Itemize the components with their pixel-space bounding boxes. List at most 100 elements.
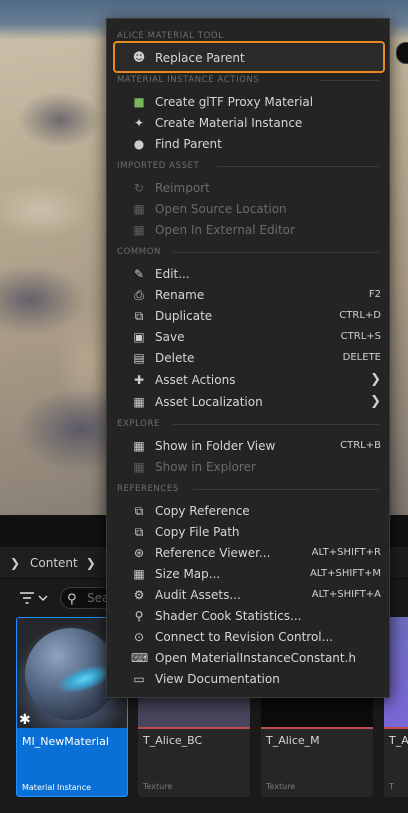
section-header-mi-actions: MATERIAL INSTANCE ACTIONS: [117, 75, 260, 85]
section-divider: [173, 424, 379, 425]
section-header-imported: IMPORTED ASSET: [117, 161, 200, 171]
menu-item-audit-assets[interactable]: ⚙ Audit Assets... ALT+SHIFT+A: [107, 585, 389, 606]
menu-item-label: Shader Cook Statistics...: [155, 609, 302, 623]
reimport-icon: ↻: [133, 181, 145, 195]
external-editor-icon: ▦: [133, 223, 145, 237]
menu-item-label: Delete: [155, 351, 195, 365]
person-icon: ☻: [132, 50, 146, 64]
material-instance-icon: ✦: [133, 116, 145, 130]
section-header-common: COMMON: [117, 247, 161, 257]
shortcut-label: ALT+SHIFT+M: [309, 568, 381, 579]
menu-item-label: Replace Parent: [155, 51, 245, 65]
menu-item-label: Open Source Location: [155, 202, 287, 216]
asset-type-strip: [138, 727, 250, 729]
menu-item-show-in-explorer[interactable]: ▦ Show in Explorer: [107, 457, 389, 478]
size-map-icon: ▦: [133, 567, 145, 581]
find-icon: ●: [133, 137, 145, 151]
shortcut-label: DELETE: [342, 352, 381, 363]
menu-item-label: Copy Reference: [155, 504, 250, 518]
asset-context-menu: ALICE MATERIAL TOOL ☻ Replace Parent MAT…: [106, 18, 390, 698]
chevron-right-icon[interactable]: ❯: [10, 556, 22, 570]
menu-item-label: View Documentation: [155, 672, 280, 686]
menu-item-copy-file-path[interactable]: ⧉ Copy File Path: [107, 522, 389, 543]
duplicate-icon: ⧉: [134, 309, 144, 323]
asset-type: Texture: [143, 782, 173, 791]
shortcut-label: CTRL+D: [339, 310, 381, 321]
book-icon: ▭: [133, 672, 145, 686]
menu-item-duplicate[interactable]: ⧉ Duplicate CTRL+D: [107, 306, 389, 327]
menu-item-view-documentation[interactable]: ▭ View Documentation: [107, 669, 389, 690]
menu-item-label: Save: [155, 330, 185, 344]
shortcut-label: CTRL+S: [340, 331, 381, 342]
reference-viewer-icon: ⊛: [133, 546, 145, 560]
section-header-alice: ALICE MATERIAL TOOL: [117, 31, 224, 41]
menu-item-find-parent[interactable]: ● Find Parent: [107, 134, 389, 155]
menu-item-label: Audit Assets...: [155, 588, 241, 602]
search-icon: ⚲: [67, 592, 77, 607]
menu-item-label: Open MaterialInstanceConstant.h: [155, 651, 357, 665]
code-file-icon: ⌨: [131, 651, 149, 665]
asset-name: T_A: [389, 734, 408, 747]
wrench-icon: ✚: [133, 373, 145, 387]
menu-item-label: Edit...: [155, 267, 190, 281]
menu-item-label: Open In External Editor: [155, 223, 295, 237]
filter-button[interactable]: [18, 589, 52, 607]
audit-icon: ⚙: [133, 588, 145, 602]
menu-item-replace-parent[interactable]: ☻ Replace Parent: [113, 41, 385, 73]
section-divider: [217, 166, 379, 167]
menu-item-rename[interactable]: ⎙ Rename F2: [107, 285, 389, 306]
gltf-icon: ■: [133, 95, 145, 109]
folder-search-icon: ▦: [133, 439, 145, 453]
menu-item-edit[interactable]: ✎ Edit...: [107, 264, 389, 285]
menu-item-label: Reimport: [155, 181, 210, 195]
menu-item-show-in-folder-view[interactable]: ▦ Show in Folder View CTRL+B: [107, 436, 389, 457]
localization-icon: ▦: [133, 395, 145, 409]
shortcut-label: F2: [368, 289, 381, 300]
menu-item-label: Find Parent: [155, 137, 222, 151]
menu-item-copy-reference[interactable]: ⧉ Copy Reference: [107, 501, 389, 522]
pencil-icon: ✎: [133, 267, 145, 281]
shortcut-label: CTRL+B: [340, 440, 381, 451]
menu-item-open-source-location[interactable]: ▦ Open Source Location: [107, 199, 389, 220]
menu-item-open-external-editor[interactable]: ▦ Open In External Editor: [107, 220, 389, 241]
menu-item-create-material-instance[interactable]: ✦ Create Material Instance: [107, 113, 389, 134]
asset-name: MI_NewMaterial: [22, 735, 109, 748]
section-header-references: REFERENCES: [117, 484, 179, 494]
menu-item-create-gltf-proxy[interactable]: ■ Create glTF Proxy Material: [107, 92, 389, 113]
menu-item-delete[interactable]: ▤ Delete DELETE: [107, 348, 389, 369]
menu-item-label: Copy File Path: [155, 525, 240, 539]
flask-icon: ⚲: [134, 609, 144, 623]
menu-item-shader-cook-statistics[interactable]: ⚲ Shader Cook Statistics...: [107, 606, 389, 627]
menu-item-label: Show in Folder View: [155, 439, 276, 453]
breadcrumb-content[interactable]: Content: [30, 556, 78, 570]
menu-item-asset-localization[interactable]: ▦ Asset Localization ❯: [107, 392, 389, 413]
menu-item-reimport[interactable]: ↻ Reimport: [107, 178, 389, 199]
shortcut-label: ALT+SHIFT+R: [311, 547, 381, 558]
menu-item-label: Reference Viewer...: [155, 546, 271, 560]
section-header-explore: EXPLORE: [117, 419, 160, 429]
menu-item-connect-revision-control[interactable]: ⊙ Connect to Revision Control...: [107, 627, 389, 648]
chevron-right-icon[interactable]: ❯: [86, 556, 98, 570]
folder-icon: ▦: [133, 460, 145, 474]
submenu-arrow-icon: ❯: [370, 394, 381, 409]
menu-item-save[interactable]: ▣ Save CTRL+S: [107, 327, 389, 348]
section-divider: [173, 252, 379, 253]
asset-name: T_Alice_BC: [143, 734, 203, 747]
rename-icon: ⎙: [134, 288, 144, 302]
trash-icon: ▤: [133, 351, 145, 365]
copy-icon: ⧉: [134, 525, 144, 539]
section-divider: [319, 80, 379, 81]
menu-item-open-header[interactable]: ⌨ Open MaterialInstanceConstant.h: [107, 648, 389, 669]
menu-item-size-map[interactable]: ▦ Size Map... ALT+SHIFT+M: [107, 564, 389, 585]
menu-item-label: Duplicate: [155, 309, 213, 323]
menu-item-asset-actions[interactable]: ✚ Asset Actions ❯: [107, 370, 389, 391]
asset-type: T: [389, 782, 394, 791]
settings-pill[interactable]: [396, 42, 408, 64]
menu-item-reference-viewer[interactable]: ⊛ Reference Viewer... ALT+SHIFT+R: [107, 543, 389, 564]
menu-item-label: Show in Explorer: [155, 460, 256, 474]
copy-icon: ⧉: [134, 504, 144, 518]
filter-icon: [20, 592, 48, 604]
save-icon: ▣: [133, 330, 145, 344]
asset-name: T_Alice_M: [266, 734, 320, 747]
asset-type-strip: [384, 727, 408, 729]
